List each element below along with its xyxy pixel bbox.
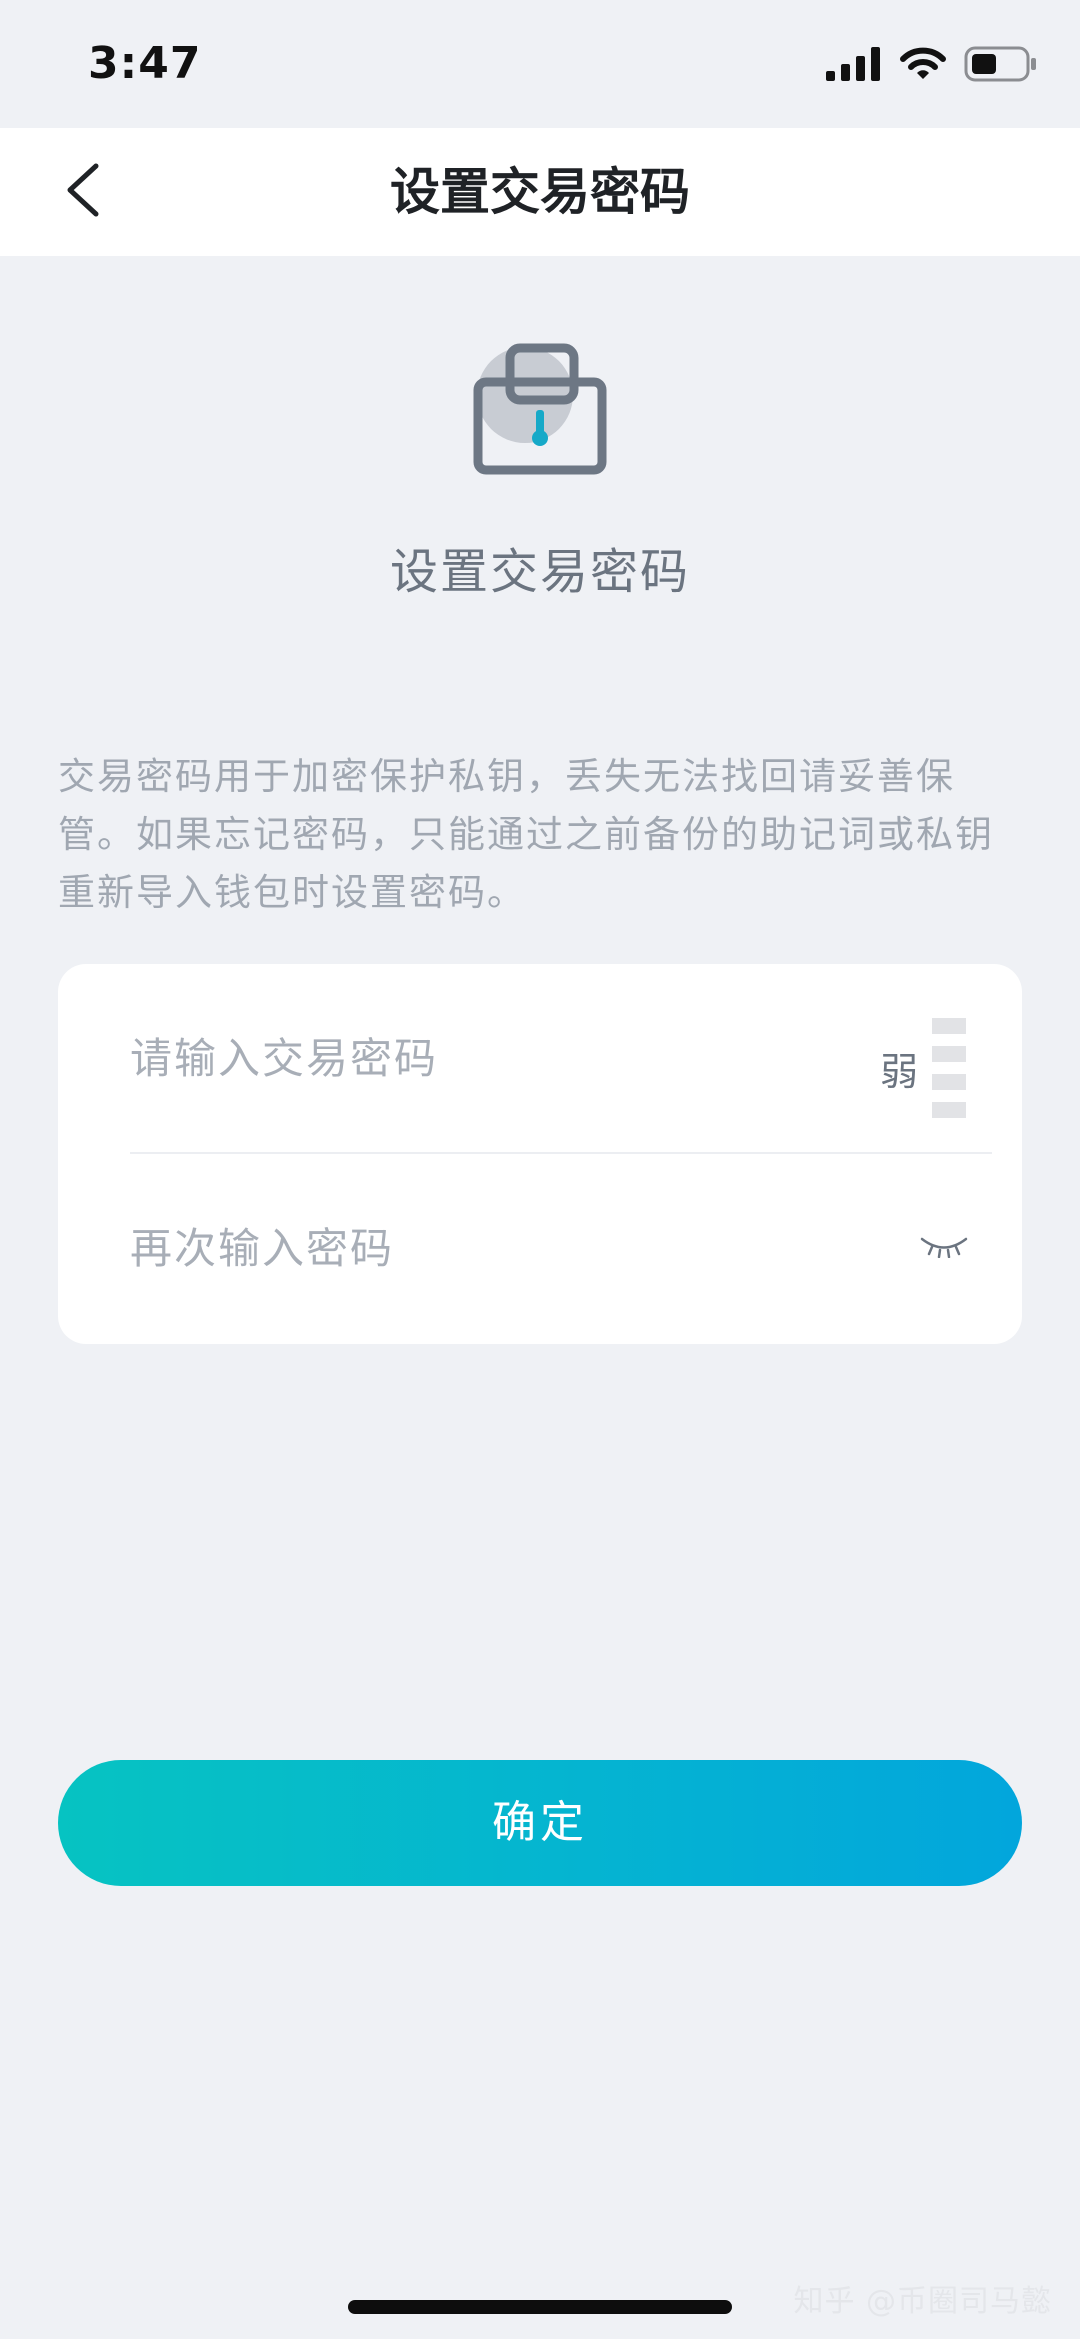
hero-title: 设置交易密码 (389, 544, 690, 600)
strength-bar (932, 1046, 966, 1062)
confirm-password-row (130, 1154, 992, 1342)
password-strength-indicator: 弱 (879, 1018, 966, 1118)
password-form-card: 弱 (58, 964, 1022, 1344)
password-row: 弱 (130, 964, 992, 1152)
status-icons (826, 46, 1038, 86)
strength-bar (932, 1102, 966, 1118)
confirm-button[interactable]: 确定 (58, 1760, 1022, 1886)
strength-label: 弱 (879, 1049, 918, 1094)
lock-icon (470, 340, 610, 480)
signal-icon (826, 47, 882, 85)
battery-icon (964, 46, 1038, 86)
strength-bars (932, 1018, 966, 1118)
wifi-icon (900, 47, 946, 85)
confirm-password-input[interactable] (130, 1154, 830, 1342)
password-visibility-toggle[interactable] (916, 1220, 972, 1276)
status-time: 3:47 (88, 38, 202, 89)
password-input[interactable] (130, 964, 830, 1152)
watermark: 知乎 @币圈司马懿 (793, 2284, 1052, 2319)
strength-bar (932, 1018, 966, 1034)
page-title: 设置交易密码 (390, 163, 690, 221)
strength-bar (932, 1074, 966, 1090)
nav-bar: 设置交易密码 (0, 128, 1080, 256)
eye-closed-icon (919, 1234, 969, 1262)
notice-text: 交易密码用于加密保护私钥，丢失无法找回请妥善保管。如果忘记密码，只能通过之前备份… (58, 755, 994, 914)
home-indicator (348, 2300, 732, 2314)
status-bar: 3:47 (0, 0, 1080, 128)
